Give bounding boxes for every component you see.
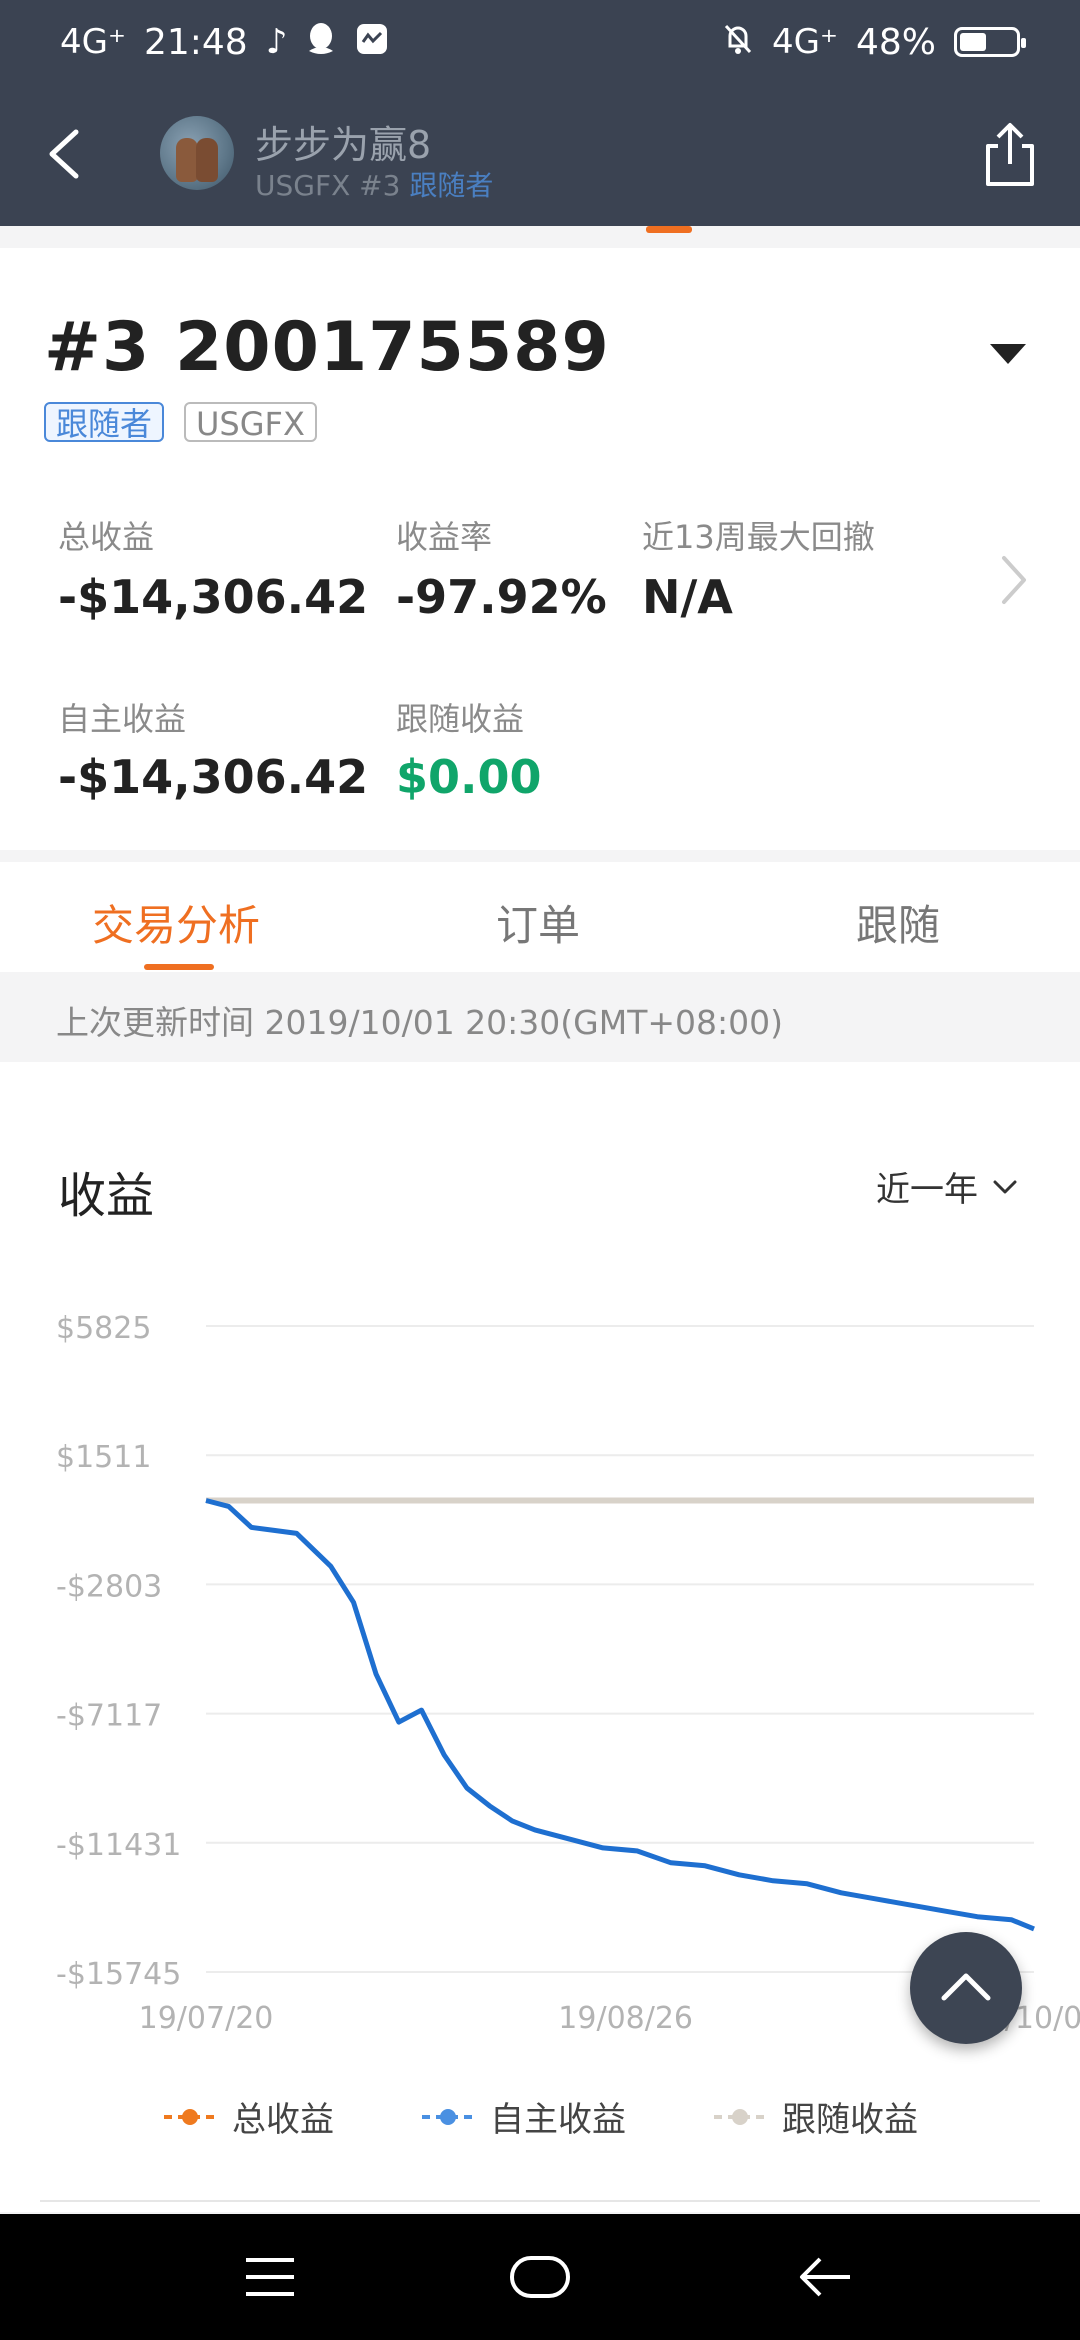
self-profit-value: -$14,306.42 xyxy=(58,750,369,804)
divider xyxy=(40,2200,1040,2202)
status-bar: 4G⁺ 21:48 ♪ 4G⁺ 48% xyxy=(0,0,1080,84)
role-tag: 跟随者 xyxy=(44,402,165,443)
last-update-text: 上次更新时间 2019/10/01 20:30(GMT+08:00) xyxy=(56,1003,783,1042)
y-tick-label: -$11431 xyxy=(56,1828,181,1863)
legend-label-self: 自主收益 xyxy=(490,2100,626,2140)
legend-item-follow[interactable]: 跟随收益 xyxy=(712,2092,918,2141)
legend-item-self[interactable]: 自主收益 xyxy=(420,2092,626,2141)
scroll-top-button[interactable] xyxy=(910,1932,1022,2044)
account-card: #3 200175589 跟随者 USGFX 总收益 -$14,306.42 收… xyxy=(0,248,1080,850)
tab-analysis[interactable]: 交易分析 xyxy=(92,892,260,953)
share-icon[interactable] xyxy=(980,120,1040,190)
battery-icon xyxy=(954,27,1026,57)
legend-total-marker xyxy=(164,2108,216,2125)
mute-bell-icon xyxy=(722,22,754,62)
network-icon: 4G⁺ xyxy=(772,22,838,62)
legend-label-total: 总收益 xyxy=(232,2100,334,2140)
legend-item-total[interactable]: 总收益 xyxy=(162,2092,334,2141)
drawdown-label: 近13周最大回撤 xyxy=(642,518,875,556)
tab-bar: 交易分析 订单 跟随 xyxy=(0,862,1080,972)
page-title: 步步为赢8 xyxy=(255,123,432,167)
account-title: #3 200175589 xyxy=(44,308,610,387)
signal-icon: 4G⁺ xyxy=(60,22,126,62)
follow-profit-value: $0.00 xyxy=(396,750,542,804)
profit-chart-card: 收益 近一年 $5825 $1511 -$2803 -$7117 -$11431 -$15… xyxy=(0,1062,1080,2212)
x-tick-label: 19/08/26 xyxy=(558,2001,693,2036)
y-tick-label: $5825 xyxy=(56,1311,151,1346)
legend-label-follow: 跟随收益 xyxy=(782,2100,918,2140)
series-line-self xyxy=(205,1498,1035,1932)
header-bar: 步步为赢8 USGFX #3 跟随者 xyxy=(0,84,1080,226)
drawdown-value: N/A xyxy=(642,570,733,624)
home-icon[interactable] xyxy=(508,2252,572,2302)
y-tick-label: -$15745 xyxy=(56,1957,181,1992)
scroll-indicator xyxy=(646,226,692,233)
status-time: 21:48 xyxy=(143,21,248,63)
message-icon xyxy=(355,22,389,62)
return-rate-value: -97.92% xyxy=(396,570,607,624)
chevron-right-icon[interactable] xyxy=(996,550,1030,610)
subtitle-account: USGFX #3 xyxy=(255,169,401,202)
tab-active-indicator xyxy=(144,964,214,970)
tab-orders[interactable]: 订单 xyxy=(496,892,580,953)
legend-self-marker xyxy=(422,2108,474,2125)
account-dropdown-icon[interactable] xyxy=(990,344,1026,364)
total-profit-label: 总收益 xyxy=(58,518,155,556)
tab-follow[interactable]: 跟随 xyxy=(856,892,940,953)
y-tick-label: -$7117 xyxy=(56,1699,162,1734)
avatar[interactable] xyxy=(160,116,234,190)
y-tick-label: -$2803 xyxy=(56,1569,162,1604)
follow-profit-label: 跟随收益 xyxy=(396,700,525,738)
chevron-up-icon xyxy=(941,1973,991,2001)
back-icon[interactable] xyxy=(38,124,98,184)
self-profit-label: 自主收益 xyxy=(58,700,187,738)
system-nav-bar xyxy=(0,2214,1080,2340)
subtitle-role: 跟随者 xyxy=(409,169,494,202)
page-subtitle: USGFX #3 跟随者 xyxy=(255,164,493,204)
qq-icon xyxy=(305,21,337,63)
return-rate-label: 收益率 xyxy=(396,518,493,556)
update-bar: 上次更新时间 2019/10/01 20:30(GMT+08:00) xyxy=(0,972,1080,1062)
back-nav-icon[interactable] xyxy=(796,2252,854,2302)
menu-icon[interactable] xyxy=(242,2252,298,2302)
battery-percent: 48% xyxy=(855,21,936,63)
broker-tag: USGFX xyxy=(184,402,317,443)
x-tick-label: 19/07/20 xyxy=(139,2001,274,2036)
legend-follow-marker xyxy=(714,2108,766,2125)
tiktok-icon: ♪ xyxy=(265,22,288,62)
y-tick-label: $1511 xyxy=(56,1440,151,1475)
total-profit-value: -$14,306.42 xyxy=(58,570,369,624)
